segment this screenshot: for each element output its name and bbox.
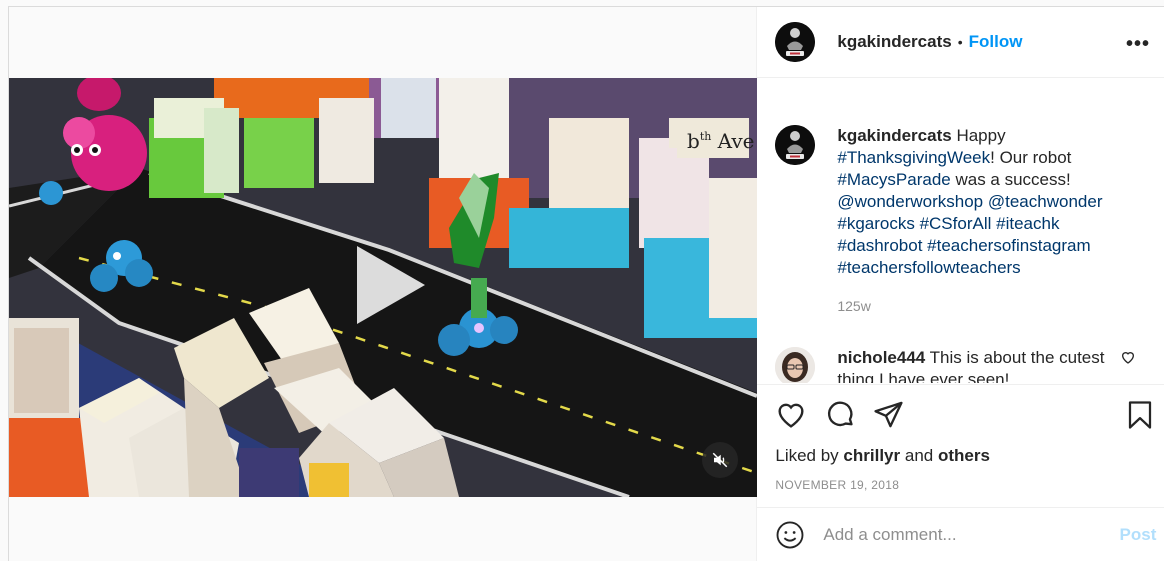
caption-age[interactable]: 125w	[837, 295, 1147, 317]
commenter-avatar[interactable]	[775, 347, 816, 383]
user-photo-icon	[775, 347, 816, 383]
add-comment-bar: Post	[757, 507, 1164, 561]
hashtag-link[interactable]: #ThanksgivingWeek	[837, 148, 990, 167]
hashtag-link[interactable]: #MacysParade	[837, 170, 950, 189]
mention-link[interactable]: @wonderworkshop	[837, 192, 983, 211]
hashtag-link[interactable]: #CSforAll	[920, 214, 992, 233]
likes-others-link[interactable]: others	[938, 446, 990, 465]
comment-like-icon[interactable]	[1120, 349, 1136, 365]
profile-avatar[interactable]	[775, 22, 816, 62]
likes-summary: Liked by chrillyr and others	[775, 446, 1164, 466]
post-card: bth Ave kgakindercats • Follow ••• kgaki…	[8, 6, 1164, 561]
follow-button[interactable]: Follow	[969, 32, 1023, 52]
caption-fragment: ! Our robot	[990, 148, 1072, 167]
post-comment-button[interactable]: Post	[1120, 525, 1157, 545]
smiley-icon[interactable]	[775, 520, 805, 550]
mention-link[interactable]: @teachwonder	[988, 192, 1103, 211]
header-username[interactable]: kgakindercats	[837, 32, 951, 52]
comments-list[interactable]: kgakindercats Happy #ThanksgivingWeek! O…	[757, 79, 1164, 384]
mute-button[interactable]	[702, 442, 738, 478]
caption-text: kgakindercats Happy #ThanksgivingWeek! O…	[837, 125, 1147, 317]
muted-speaker-icon	[712, 452, 728, 468]
comment-item: nichole444 This is about the cutest thin…	[775, 347, 1164, 383]
comment-icon[interactable]	[825, 399, 856, 430]
comment-text: nichole444 This is about the cutest thin…	[837, 347, 1107, 383]
play-button[interactable]	[347, 242, 429, 328]
separator-dot: •	[957, 34, 963, 50]
video-player[interactable]: bth Ave	[9, 78, 757, 497]
caption-username[interactable]: kgakindercats	[837, 126, 951, 145]
paper-plane-icon[interactable]	[873, 399, 904, 430]
comment-input[interactable]	[823, 525, 1104, 545]
svg-text:bth Ave: bth Ave	[687, 129, 754, 153]
bookmark-icon[interactable]	[1125, 399, 1155, 431]
hashtag-link[interactable]: #teachersfollowteachers	[837, 258, 1020, 277]
post-sidebar: kgakindercats • Follow ••• kgakindercats	[757, 7, 1164, 561]
commenter-username[interactable]: nichole444	[837, 348, 925, 367]
media-area: bth Ave	[9, 7, 758, 561]
post-date[interactable]: NOVEMBER 19, 2018	[775, 478, 1164, 492]
action-bar: Liked by chrillyr and others NOVEMBER 19…	[757, 384, 1164, 492]
likes-prefix: Liked by	[775, 446, 839, 465]
caption-avatar[interactable]	[775, 125, 816, 165]
action-icons	[775, 399, 1164, 431]
liker-username[interactable]: chrillyr	[843, 446, 900, 465]
caption-fragment: was a success!	[950, 170, 1071, 189]
post-header: kgakindercats • Follow •••	[757, 7, 1164, 78]
caption-intro: Happy	[956, 126, 1006, 145]
more-options-button[interactable]: •••	[1126, 33, 1150, 56]
hashtag-link[interactable]: #dashrobot	[837, 236, 922, 255]
kindercats-logo-icon	[775, 22, 816, 62]
caption: kgakindercats Happy #ThanksgivingWeek! O…	[775, 125, 1164, 317]
hashtag-link[interactable]: #iteachk	[996, 214, 1059, 233]
likes-joiner: and	[904, 446, 934, 465]
play-icon	[357, 246, 425, 324]
heart-icon[interactable]	[775, 399, 807, 431]
kindercats-logo-icon	[775, 125, 816, 165]
hashtag-link[interactable]: #teachersofinstagram	[927, 236, 1090, 255]
hashtag-link[interactable]: #kgarocks	[837, 214, 914, 233]
